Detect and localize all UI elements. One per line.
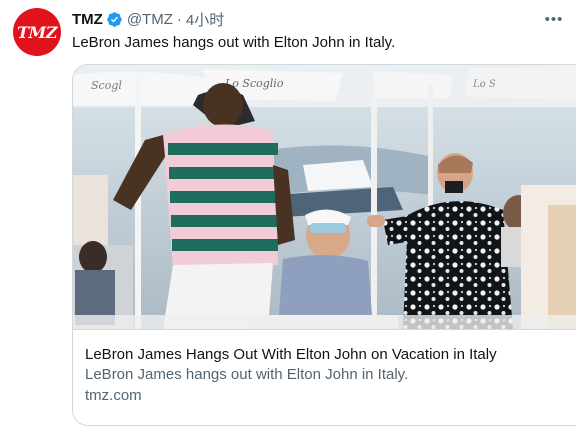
separator-dot: · <box>176 10 182 28</box>
photo-sign-left: Scogl <box>91 79 122 92</box>
tweet-header: TMZ @TMZ · 4小时 <box>72 9 224 29</box>
photo-sign-right-text: Lo S <box>472 79 496 90</box>
card-description: LeBron James hangs out with Elton John i… <box>85 366 409 383</box>
more-dots-icon[interactable]: ••• <box>544 9 564 29</box>
avatar[interactable]: TMZ <box>13 8 61 56</box>
card-photo[interactable]: Scogl Lo Scoglio Lo S <box>73 65 576 329</box>
tweet-text: LeBron James hangs out with Elton John i… <box>72 34 396 51</box>
card-body[interactable]: LeBron James Hangs Out With Elton John o… <box>73 329 576 404</box>
photo-sign-right: Lo S <box>472 79 496 90</box>
author-name[interactable]: TMZ <box>72 11 103 28</box>
photo-sign-left-text: Scogl <box>91 79 122 92</box>
link-card[interactable]: Scogl Lo Scoglio Lo S LeBron James Hangs… <box>72 64 576 426</box>
timestamp[interactable]: 4小时 <box>186 9 224 30</box>
avatar-logo-text: TMZ <box>17 22 57 42</box>
card-domain: tmz.com <box>85 387 142 404</box>
verified-badge-icon <box>106 11 123 28</box>
author-handle[interactable]: @TMZ <box>127 11 173 28</box>
card-title[interactable]: LeBron James Hangs Out With Elton John o… <box>85 345 497 365</box>
tweet[interactable]: TMZ TMZ @TMZ · 4小时 ••• LeBron James hang… <box>0 0 576 426</box>
